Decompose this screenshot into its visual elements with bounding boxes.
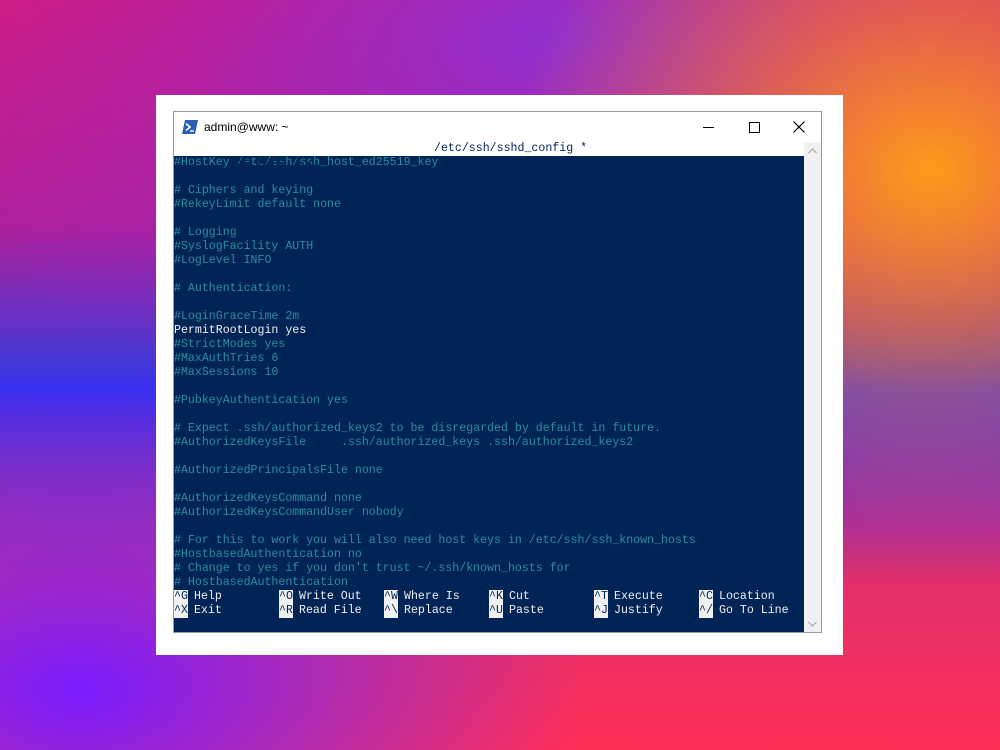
- shortcut-item[interactable]: ^/ Go To Line: [699, 604, 789, 618]
- shortcut-label: Exit: [194, 604, 222, 617]
- maximize-icon: [748, 121, 760, 133]
- nano-editor[interactable]: GNU nano 7.2 /etc/ssh/sshd_config * #Hos…: [174, 142, 804, 632]
- config-line[interactable]: # For this to work you will also need ho…: [174, 534, 804, 548]
- shortcut-item[interactable]: ^R Read File: [279, 604, 362, 618]
- window-title: admin@www: ~: [204, 120, 289, 134]
- config-line[interactable]: [174, 408, 804, 422]
- shortcut-label: Read File: [299, 604, 362, 617]
- shortcut-item[interactable]: ^G Help: [174, 590, 222, 604]
- config-line[interactable]: [174, 478, 804, 492]
- powershell-icon: [182, 120, 198, 134]
- close-button[interactable]: [776, 112, 822, 142]
- shortcut-label: Go To Line: [719, 604, 789, 617]
- shortcut-label: Justify: [614, 604, 663, 617]
- active-config-line[interactable]: PermitRootLogin yes: [174, 324, 804, 338]
- shortcut-key: ^K: [489, 590, 503, 604]
- shortcut-key: ^R: [279, 604, 293, 618]
- config-line[interactable]: #AuthorizedPrincipalsFile none: [174, 464, 804, 478]
- shortcut-bar: ^G Help ^O Write Out ^W Where Is ^K Cut ^T Execut…: [174, 590, 804, 618]
- scroll-up-button[interactable]: [804, 142, 821, 159]
- nano-version: GNU nano 7.2: [229, 156, 314, 169]
- shortcut-key: ^W: [384, 590, 398, 604]
- nano-filename: /etc/ssh/sshd_config *: [434, 142, 588, 155]
- shortcut-label: Location: [719, 590, 775, 603]
- config-line[interactable]: [174, 170, 804, 184]
- shortcut-item[interactable]: ^K Cut: [489, 590, 530, 604]
- shortcut-key: ^G: [174, 590, 188, 604]
- shortcut-label: Cut: [509, 590, 530, 603]
- shortcut-key: ^O: [279, 590, 293, 604]
- config-line[interactable]: #StrictModes yes: [174, 338, 804, 352]
- shortcut-item[interactable]: ^X Exit: [174, 604, 222, 618]
- config-line[interactable]: #AuthorizedKeysFile .ssh/authorized_keys…: [174, 436, 804, 450]
- shortcut-label: Help: [194, 590, 222, 603]
- file-content[interactable]: #HostKey /etc/ssh/ssh_host_ed25519_key# …: [174, 156, 804, 590]
- shortcut-item[interactable]: ^O Write Out: [279, 590, 362, 604]
- vertical-scrollbar[interactable]: [804, 142, 821, 632]
- chevron-down-icon: [808, 621, 817, 627]
- config-line[interactable]: [174, 212, 804, 226]
- shortcut-item[interactable]: ^W Where Is: [384, 590, 460, 604]
- scroll-down-button[interactable]: [804, 615, 821, 632]
- terminal-window: admin@www: ~ GNU nano 7.2 /etc/ssh/sshd_…: [173, 111, 822, 633]
- config-line[interactable]: # Authentication:: [174, 282, 804, 296]
- chevron-up-icon: [808, 147, 817, 153]
- config-line[interactable]: # Expect .ssh/authorized_keys2 to be dis…: [174, 422, 804, 436]
- config-line[interactable]: #RekeyLimit default none: [174, 198, 804, 212]
- config-line[interactable]: #LogLevel INFO: [174, 254, 804, 268]
- shortcut-key: ^U: [489, 604, 503, 618]
- config-line[interactable]: #SyslogFacility AUTH: [174, 240, 804, 254]
- title-bar[interactable]: admin@www: ~: [174, 112, 821, 142]
- config-line[interactable]: #MaxAuthTries 6: [174, 352, 804, 366]
- shortcut-key: ^\: [384, 604, 398, 618]
- config-line[interactable]: # HostbasedAuthentication: [174, 576, 804, 590]
- shortcut-key: ^X: [174, 604, 188, 618]
- config-line[interactable]: #AuthorizedKeysCommandUser nobody: [174, 506, 804, 520]
- shortcut-label: Write Out: [299, 590, 362, 603]
- config-line[interactable]: [174, 268, 804, 282]
- shortcut-key: ^C: [699, 590, 713, 604]
- shortcut-key: ^/: [699, 604, 713, 618]
- shortcut-label: Execute: [614, 590, 663, 603]
- config-line[interactable]: [174, 520, 804, 534]
- config-line[interactable]: # Change to yes if you don't trust ~/.ss…: [174, 562, 804, 576]
- nano-status-bar: GNU nano 7.2 /etc/ssh/sshd_config *: [174, 142, 804, 169]
- config-line[interactable]: #MaxSessions 10: [174, 366, 804, 380]
- config-line[interactable]: [174, 450, 804, 464]
- config-line[interactable]: [174, 296, 804, 310]
- shortcut-key: ^J: [594, 604, 608, 618]
- config-line[interactable]: #HostbasedAuthentication no: [174, 548, 804, 562]
- shortcut-label: Paste: [509, 604, 544, 617]
- minimize-icon: [702, 126, 714, 128]
- shortcut-item[interactable]: ^T Execute: [594, 590, 663, 604]
- minimize-button[interactable]: [685, 112, 731, 142]
- config-line[interactable]: #PubkeyAuthentication yes: [174, 394, 804, 408]
- shortcut-label: Where Is: [404, 590, 460, 603]
- shortcut-item[interactable]: ^U Paste: [489, 604, 544, 618]
- config-line[interactable]: #AuthorizedKeysCommand none: [174, 492, 804, 506]
- shortcut-key: ^T: [594, 590, 608, 604]
- config-line[interactable]: [174, 380, 804, 394]
- shortcut-item[interactable]: ^C Location: [699, 590, 775, 604]
- config-line[interactable]: # Ciphers and keying: [174, 184, 804, 198]
- shortcut-label: Replace: [404, 604, 453, 617]
- shortcut-item[interactable]: ^J Justify: [594, 604, 663, 618]
- config-line[interactable]: # Logging: [174, 226, 804, 240]
- config-line[interactable]: #LoginGraceTime 2m: [174, 310, 804, 324]
- close-icon: [793, 121, 805, 133]
- maximize-button[interactable]: [731, 112, 777, 142]
- shortcut-item[interactable]: ^\ Replace: [384, 604, 453, 618]
